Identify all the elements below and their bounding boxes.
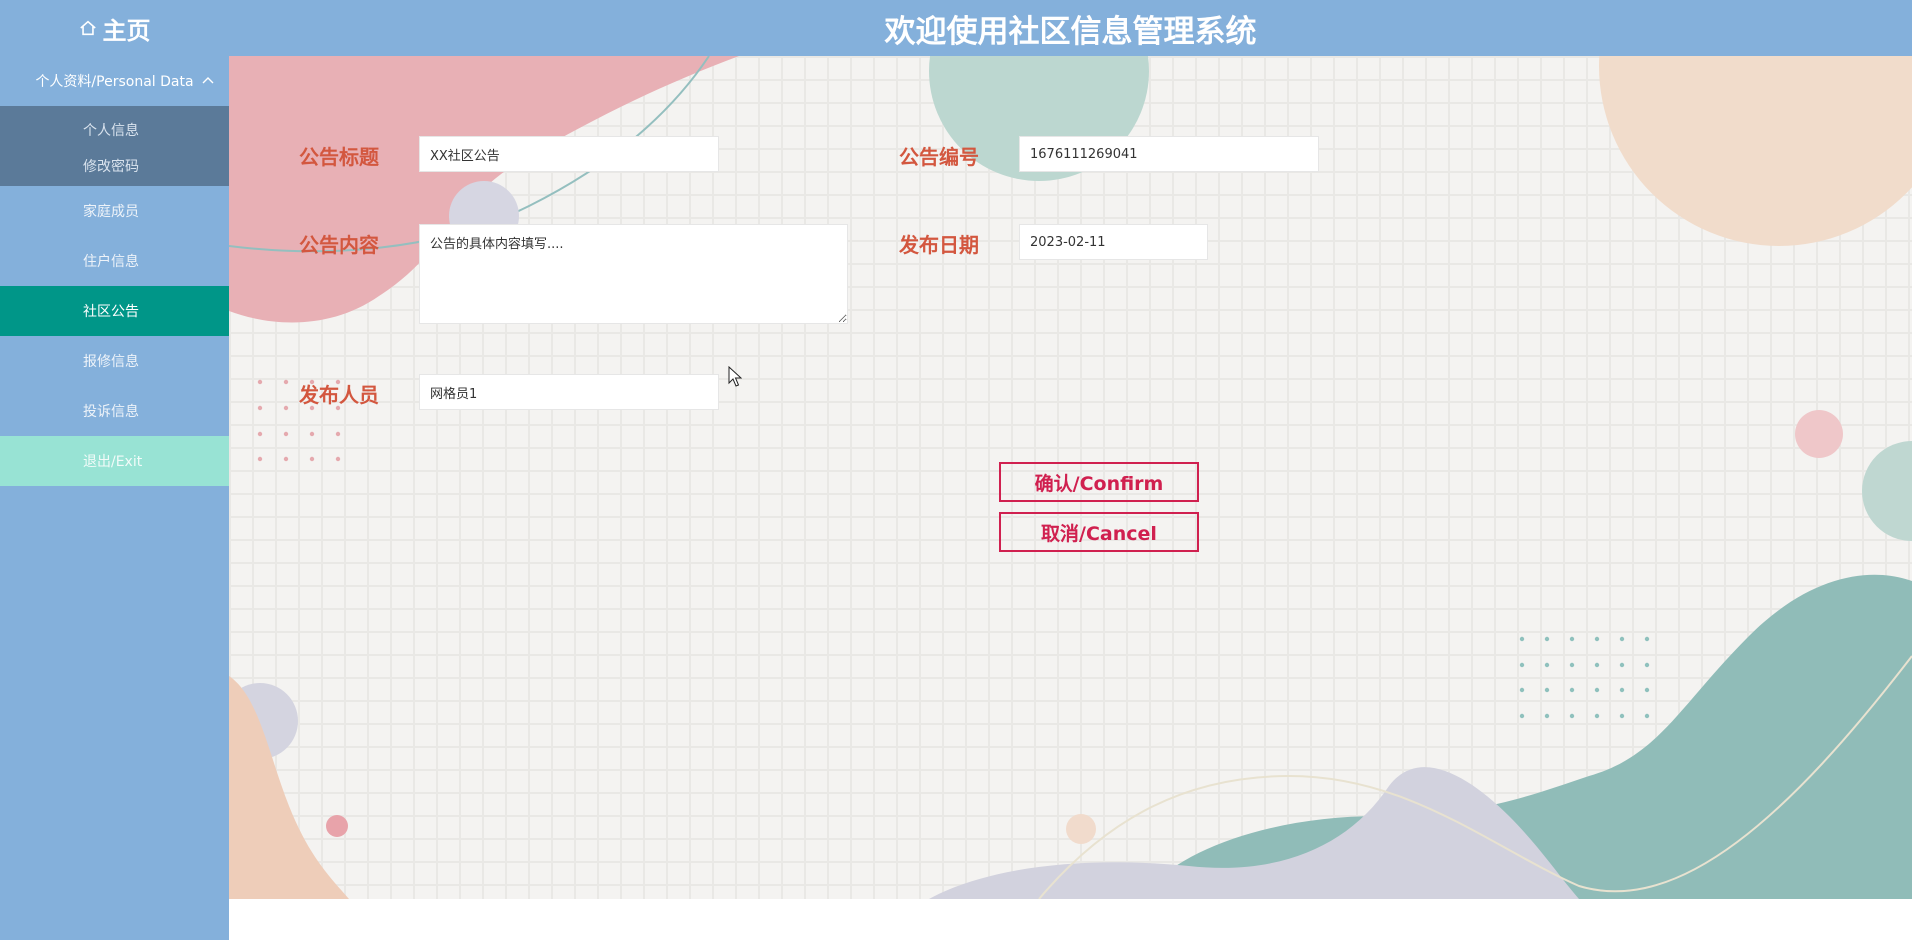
notice-number-input[interactable] bbox=[1019, 136, 1319, 172]
sidebar-item-label: 报修信息 bbox=[83, 354, 139, 370]
sidebar-item-label: 个人信息 bbox=[83, 123, 139, 139]
sidebar-item-label: 家庭成员 bbox=[83, 204, 139, 220]
sidebar-item-profile[interactable]: 个人信息 bbox=[0, 114, 229, 146]
publisher-input[interactable] bbox=[419, 374, 719, 410]
mouse-cursor-icon bbox=[728, 366, 742, 387]
sidebar: 个人资料/Personal Data 个人信息 修改密码 家庭成员 住户信息 社… bbox=[0, 56, 229, 940]
chevron-up-icon bbox=[202, 77, 214, 84]
home-icon bbox=[79, 20, 96, 36]
notice-title-input[interactable] bbox=[419, 136, 719, 172]
publish-date-label: 发布日期 bbox=[899, 233, 979, 257]
sidebar-item-change-password[interactable]: 修改密码 bbox=[0, 146, 229, 186]
publisher-label: 发布人员 bbox=[299, 383, 379, 407]
notice-number-label: 公告编号 bbox=[899, 145, 979, 169]
notice-content-textarea[interactable]: 公告的具体内容填写.... bbox=[419, 224, 848, 324]
home-label: 主页 bbox=[102, 16, 151, 45]
top-header: 主页 欢迎使用社区信息管理系统 bbox=[0, 0, 1912, 56]
publish-date-input[interactable] bbox=[1019, 224, 1208, 260]
sidebar-item-repair-info[interactable]: 报修信息 bbox=[0, 336, 229, 386]
sidebar-item-resident-info[interactable]: 住户信息 bbox=[0, 236, 229, 286]
sidebar-item-label: 修改密码 bbox=[83, 159, 139, 175]
sidebar-item-family-members[interactable]: 家庭成员 bbox=[0, 186, 229, 236]
home-link[interactable]: 主页 bbox=[0, 0, 229, 56]
sidebar-submenu: 个人信息 修改密码 bbox=[0, 106, 229, 186]
sidebar-item-label: 投诉信息 bbox=[83, 404, 139, 420]
notice-title-label: 公告标题 bbox=[299, 145, 379, 169]
sidebar-item-complaint-info[interactable]: 投诉信息 bbox=[0, 386, 229, 436]
page-title: 欢迎使用社区信息管理系统 bbox=[884, 13, 1257, 50]
sidebar-group-personal-data[interactable]: 个人资料/Personal Data bbox=[0, 56, 229, 106]
sidebar-item-exit[interactable]: 退出/Exit bbox=[0, 436, 229, 486]
sidebar-item-community-notice[interactable]: 社区公告 bbox=[0, 286, 229, 336]
cancel-button[interactable]: 取消/Cancel bbox=[999, 512, 1199, 552]
confirm-button[interactable]: 确认/Confirm bbox=[999, 462, 1199, 502]
sidebar-item-label: 住户信息 bbox=[83, 254, 139, 270]
sidebar-item-label: 退出/Exit bbox=[83, 454, 143, 470]
main-content: 公告标题 公告编号 公告内容 公告的具体内容填写.... 发布日期 发布人员 确… bbox=[229, 56, 1912, 899]
sidebar-group-label: 个人资料/Personal Data bbox=[35, 74, 194, 90]
sidebar-item-label: 社区公告 bbox=[83, 304, 139, 320]
notice-content-label: 公告内容 bbox=[299, 233, 379, 257]
